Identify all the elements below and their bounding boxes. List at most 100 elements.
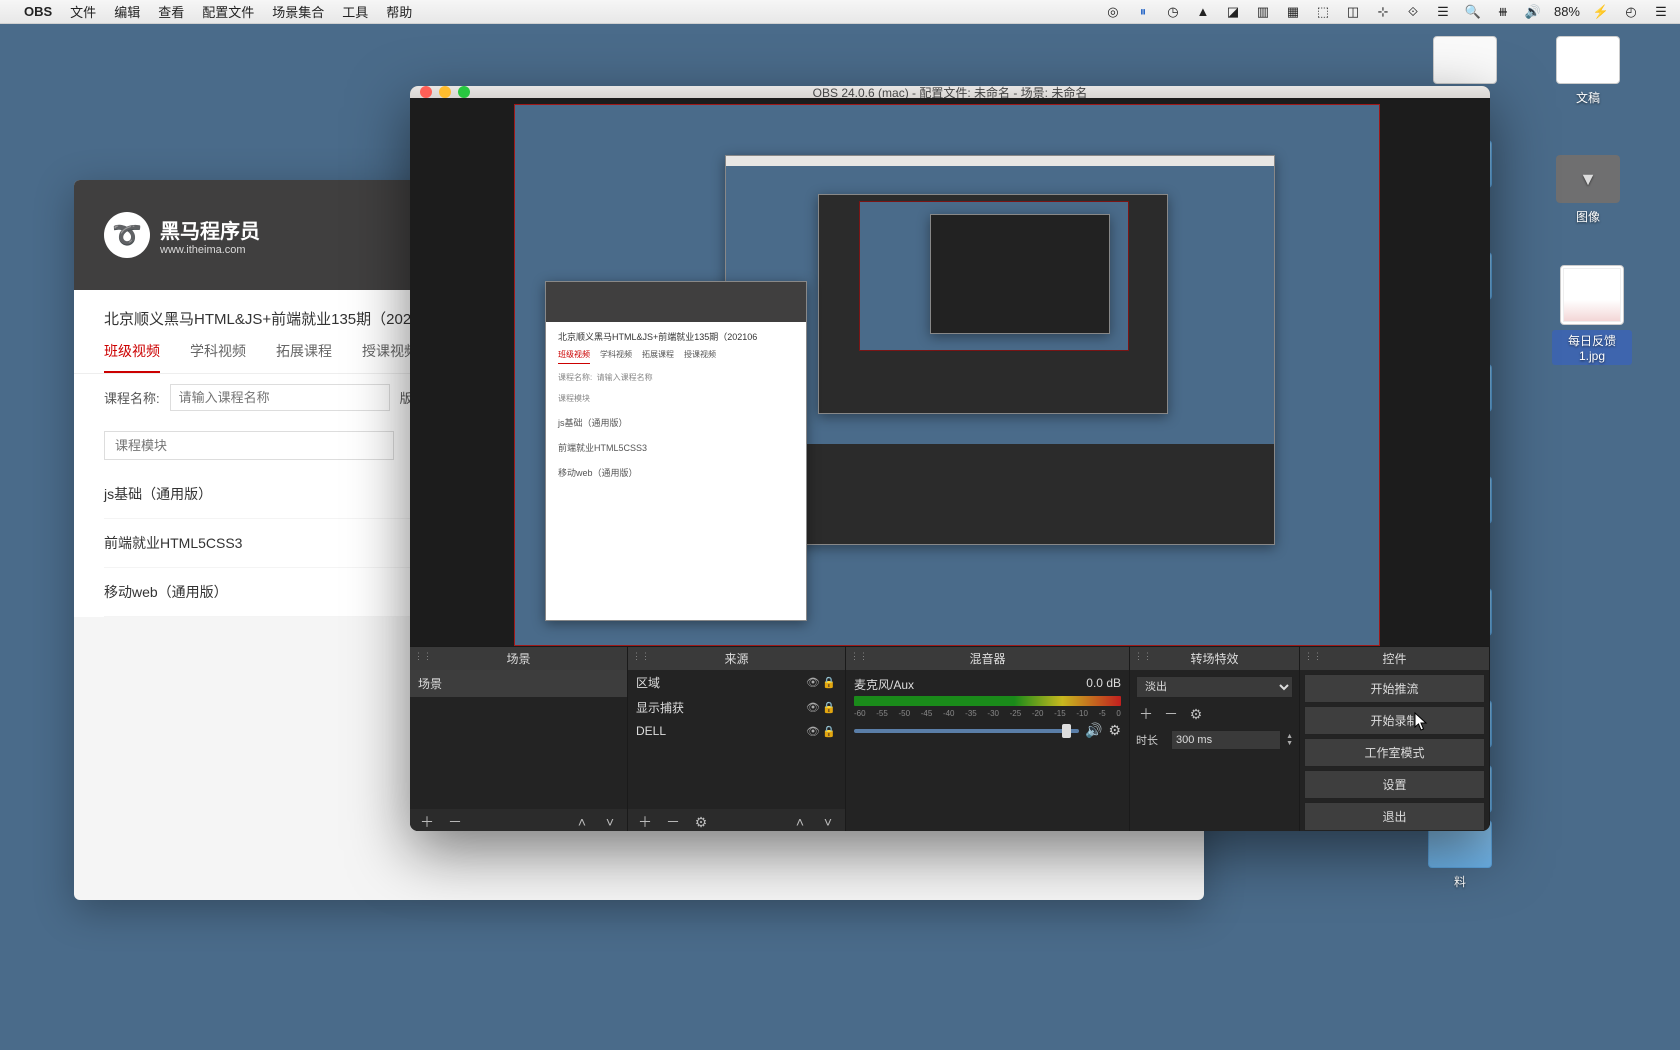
obs-preview[interactable]: 北京顺义黑马HTML&JS+前端就业135期（202106 班级视频学科视频拓展… <box>410 98 1490 646</box>
scenes-dock: ⋮⋮ 场景 场景 ＋ － ˄ ˅ <box>410 647 628 831</box>
menu-edit[interactable]: 编辑 <box>114 2 140 21</box>
grip-icon[interactable]: ⋮⋮ <box>1304 651 1322 662</box>
minimize-icon[interactable] <box>439 86 451 98</box>
menu-help[interactable]: 帮助 <box>386 2 412 21</box>
lock-icon[interactable]: 🔒 <box>821 676 837 689</box>
obs-docks: ⋮⋮ 场景 场景 ＋ － ˄ ˅ ⋮⋮ 来源 区域👁🔒 显示捕获👁🔒 DELL👁🔒 … <box>410 646 1490 831</box>
module-filter-input[interactable] <box>104 431 394 460</box>
source-up-button[interactable]: ˄ <box>791 814 809 830</box>
tray-icon-4[interactable]: ⬚ <box>1314 3 1332 21</box>
img-folder-label: 图像 <box>1548 208 1628 225</box>
vlc-tray-icon[interactable]: ▲ <box>1194 3 1212 21</box>
tab-subject-video[interactable]: 学科视频 <box>190 341 246 373</box>
scene-down-button[interactable]: ˅ <box>601 814 619 830</box>
start-record-button[interactable]: 开始录制 <box>1304 706 1485 735</box>
desktop-thumb[interactable]: 每日反馈1.jpg <box>1552 265 1632 365</box>
obs-tray-icon[interactable]: ◎ <box>1104 3 1122 21</box>
source-row[interactable]: 区域👁🔒 <box>628 670 845 695</box>
add-trans-button[interactable]: ＋ <box>1136 704 1156 724</box>
battery-icon[interactable]: ⚡ <box>1592 3 1610 21</box>
pause-tray-icon[interactable]: ⏸ <box>1134 3 1152 21</box>
scenes-title: 场景 <box>506 652 530 666</box>
sources-dock: ⋮⋮ 来源 区域👁🔒 显示捕获👁🔒 DELL👁🔒 ＋ － ⚙ ˄ ˅ <box>628 647 846 831</box>
remove-source-button[interactable]: － <box>664 812 682 831</box>
wifi-icon[interactable]: ⧻ <box>1494 3 1512 21</box>
tray-icon-1[interactable]: ◪ <box>1224 3 1242 21</box>
clock-menu-icon[interactable]: ◴ <box>1622 3 1640 21</box>
source-props-button[interactable]: ⚙ <box>692 814 710 831</box>
start-stream-button[interactable]: 开始推流 <box>1304 674 1485 703</box>
scene-row[interactable]: 场景 <box>410 670 627 697</box>
grip-icon[interactable]: ⋮⋮ <box>414 651 432 662</box>
obs-titlebar[interactable]: OBS 24.0.6 (mac) - 配置文件: 未命名 - 场景: 未命名 <box>410 86 1490 98</box>
source-row[interactable]: 显示捕获👁🔒 <box>628 695 845 720</box>
eye-icon[interactable]: 👁 <box>805 676 821 689</box>
desktop-doc[interactable]: 文稿 <box>1548 36 1628 106</box>
tray-icon-7[interactable]: ⟐ <box>1404 3 1422 21</box>
source-down-button[interactable]: ˅ <box>819 814 837 830</box>
tray-icon-8[interactable]: ☰ <box>1434 3 1452 21</box>
tray-icon-2[interactable]: ▥ <box>1254 3 1272 21</box>
menu-scenecol[interactable]: 场景集合 <box>272 2 324 21</box>
menu-file[interactable]: 文件 <box>70 2 96 21</box>
control-center-icon[interactable]: ☰ <box>1652 3 1670 21</box>
stepper-up-icon[interactable]: ▲ <box>1286 733 1293 740</box>
mixer-dock: ⋮⋮混音器 麦克风/Aux0.0 dB -60-55-50-45-40-35-3… <box>846 647 1130 831</box>
menu-view[interactable]: 查看 <box>158 2 184 21</box>
battery-percent: 88% <box>1554 4 1580 19</box>
clock-tray-icon[interactable]: ◷ <box>1164 3 1182 21</box>
settings-button[interactable]: 设置 <box>1304 770 1485 799</box>
eye-icon[interactable]: 👁 <box>805 701 821 714</box>
grip-icon[interactable]: ⋮⋮ <box>1134 651 1152 662</box>
volume-slider[interactable] <box>854 729 1079 733</box>
grip-icon[interactable]: ⋮⋮ <box>632 651 650 662</box>
tab-class-video[interactable]: 班级视频 <box>104 341 160 373</box>
exit-button[interactable]: 退出 <box>1304 802 1485 831</box>
add-scene-button[interactable]: ＋ <box>418 812 436 831</box>
add-source-button[interactable]: ＋ <box>636 812 654 831</box>
controls-dock: ⋮⋮ 控件 开始推流 开始录制 工作室模式 设置 退出 <box>1300 647 1490 831</box>
lock-icon[interactable]: 🔒 <box>821 725 837 738</box>
desktop-downloads[interactable]: ▼ 图像 <box>1548 155 1628 225</box>
tray-icon-5[interactable]: ◫ <box>1344 3 1362 21</box>
studio-mode-button[interactable]: 工作室模式 <box>1304 738 1485 767</box>
scene-up-button[interactable]: ˄ <box>573 814 591 830</box>
close-icon[interactable] <box>420 86 432 98</box>
trans-gear-button[interactable]: ⚙ <box>1186 706 1206 723</box>
search-input[interactable] <box>170 384 390 411</box>
volume-icon[interactable]: 🔊 <box>1524 3 1542 21</box>
menu-profile[interactable]: 配置文件 <box>202 2 254 21</box>
spotlight-icon[interactable]: 🔍 <box>1464 3 1482 21</box>
thumb-label: 每日反馈1.jpg <box>1552 330 1632 365</box>
remove-trans-button[interactable]: － <box>1161 704 1181 724</box>
zoom-icon[interactable] <box>458 86 470 98</box>
grip-icon[interactable]: ⋮⋮ <box>850 651 868 662</box>
search-label: 课程名称: <box>104 388 160 407</box>
menu-tools[interactable]: 工具 <box>342 2 368 21</box>
tab-extra[interactable]: 拓展课程 <box>276 341 332 373</box>
macos-menubar: OBS 文件 编辑 查看 配置文件 场景集合 工具 帮助 ◎ ⏸ ◷ ▲ ◪ ▥… <box>0 0 1680 24</box>
site-logo[interactable]: ➰ 黑马程序员 www.itheima.com <box>104 212 260 258</box>
meter-ticks: -60-55-50-45-40-35-30-25-20-15-10-50 <box>854 709 1121 718</box>
eye-icon[interactable]: 👁 <box>805 725 821 738</box>
source-row[interactable]: DELL👁🔒 <box>628 720 845 742</box>
tray-icon-3[interactable]: ▦ <box>1284 3 1302 21</box>
menu-app[interactable]: OBS <box>24 4 52 19</box>
transition-select[interactable]: 淡出 <box>1136 676 1293 698</box>
duration-label: 时长 <box>1136 732 1166 748</box>
ctrls-title: 控件 <box>1382 652 1406 666</box>
lock-icon[interactable]: 🔒 <box>821 701 837 714</box>
duration-input[interactable] <box>1171 730 1281 750</box>
audio-meter <box>854 696 1121 706</box>
preview-canvas[interactable]: 北京顺义黑马HTML&JS+前端就业135期（202106 班级视频学科视频拓展… <box>514 104 1380 646</box>
doc-label: 文稿 <box>1548 89 1628 106</box>
remove-scene-button[interactable]: － <box>446 812 464 831</box>
desktop-zip[interactable] <box>1425 36 1505 89</box>
speaker-icon[interactable]: 🔊 <box>1085 722 1102 739</box>
tray-icon-6[interactable]: ⊹ <box>1374 3 1392 21</box>
obs-window: OBS 24.0.6 (mac) - 配置文件: 未命名 - 场景: 未命名 <box>410 86 1490 831</box>
trans-title: 转场特效 <box>1190 652 1238 666</box>
sources-title: 来源 <box>724 652 748 666</box>
stepper-down-icon[interactable]: ▼ <box>1286 740 1293 747</box>
gear-icon[interactable]: ⚙ <box>1108 722 1121 739</box>
